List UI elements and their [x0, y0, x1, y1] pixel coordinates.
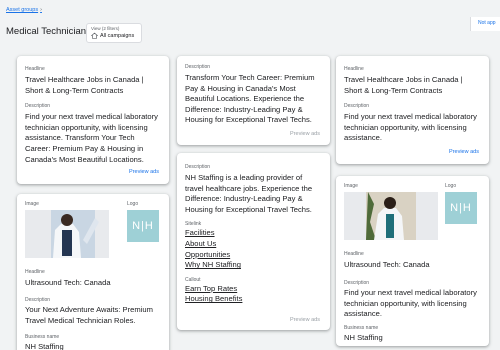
callout-label: Callout [185, 276, 201, 283]
breadcrumb-link[interactable]: Asset groups [6, 7, 38, 13]
asset-card-col2-2: Description NH Staffing is a leading pro… [177, 153, 330, 330]
view-filter-label: View (2 filters) [91, 26, 120, 31]
view-filter-value: All campaigns [100, 32, 135, 39]
ad-image[interactable] [344, 192, 438, 240]
business-name-text: NH Staffing [25, 342, 64, 350]
not-approved-button[interactable]: Not app [470, 17, 500, 31]
sitelink-item[interactable]: Facilities [185, 228, 322, 239]
home-icon [91, 32, 98, 39]
description-text: Find your next travel medical laboratory… [344, 288, 477, 319]
sitelink-item[interactable]: Opportunities [185, 250, 322, 261]
view-filter-value-row: All campaigns [91, 32, 137, 39]
description-text: Your Next Adventure Awaits: Premium Trav… [25, 305, 153, 325]
sitelink-item[interactable]: Why NH Staffing [185, 260, 322, 271]
description-label: Description [344, 280, 370, 286]
logo-text: N|H [450, 202, 472, 214]
headline-text: Travel Healthcare Jobs in Canada | Short… [25, 75, 144, 95]
description-label: Description [25, 297, 51, 303]
headline-text: Ultrasound Tech: Canada [25, 278, 111, 287]
ad-image[interactable] [25, 210, 109, 258]
business-name-text: NH Staffing [344, 333, 383, 342]
headline-text: Ultrasound Tech: Canada [344, 260, 430, 269]
sitelink-label: Sitelink [185, 221, 202, 228]
description-text: NH Staffing is a leading provider of tra… [185, 173, 313, 214]
asset-card-col1-2: Image Logo N|H Headline Ultrasound Tech:… [17, 194, 169, 350]
description-text: Find your next travel medical laboratory… [344, 112, 477, 143]
view-filter-button[interactable]: View (2 filters) All campaigns [86, 23, 142, 43]
logo-label: Logo [127, 201, 139, 207]
asset-card-col3-1: Headline Travel Healthcare Jobs in Canad… [336, 56, 489, 164]
headline-text: Travel Healthcare Jobs in Canada | Short… [344, 75, 463, 95]
top-bar: Asset groups › Medical Technician View (2… [0, 0, 500, 48]
headline-label: Headline [25, 66, 45, 72]
image-label: Image [344, 183, 358, 189]
description-label: Description [185, 164, 211, 170]
preview-ads-link[interactable]: Preview ads [129, 169, 159, 175]
photo-technician [344, 192, 438, 240]
business-name-label: Business name [25, 334, 60, 340]
sitelink-item[interactable]: About Us [185, 239, 322, 250]
breadcrumb[interactable]: Asset groups › [6, 7, 42, 13]
callout-item[interactable]: Housing Benefits [185, 294, 322, 305]
logo-text: N|H [132, 220, 154, 232]
description-label: Description [25, 103, 51, 110]
description-label: Description [344, 103, 370, 110]
headline-label: Headline [344, 66, 364, 72]
asset-card-col2-1: Description Transform Your Tech Career: … [177, 56, 330, 145]
photo-technician [25, 210, 109, 258]
asset-card-col1-1: Headline Travel Healthcare Jobs in Canad… [17, 56, 169, 184]
callout-list: Earn Top Rates Housing Benefits [185, 284, 322, 305]
ad-logo[interactable]: N|H [127, 210, 159, 242]
callout-item[interactable]: Earn Top Rates [185, 284, 322, 295]
description-text: Transform Your Tech Career: Premium Pay … [185, 73, 315, 125]
description-label: Description [185, 64, 211, 70]
preview-ads-link[interactable]: Preview ads [449, 149, 479, 155]
preview-ads-link[interactable]: Preview ads [290, 317, 320, 323]
business-name-label: Business name [344, 325, 379, 331]
ad-logo[interactable]: N|H [445, 192, 477, 224]
headline-label: Headline [25, 269, 45, 275]
page-title: Medical Technician [6, 26, 87, 37]
image-label: Image [25, 201, 39, 207]
headline-label: Headline [344, 251, 364, 257]
asset-card-col3-2: Image Logo N|H Headline Ultrasound Tech:… [336, 176, 489, 346]
logo-label: Logo [445, 183, 457, 189]
chevron-right-icon: › [40, 7, 42, 13]
preview-ads-link[interactable]: Preview ads [290, 131, 320, 137]
sitelink-list: Facilities About Us Opportunities Why NH… [185, 228, 322, 270]
description-text: Find your next travel medical laboratory… [25, 112, 158, 164]
